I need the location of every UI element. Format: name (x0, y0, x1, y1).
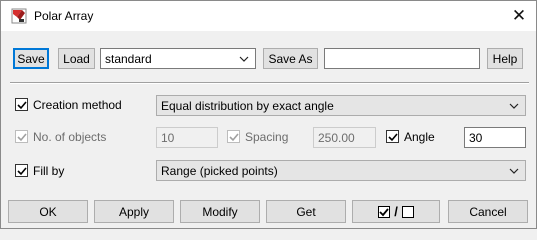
window-title: Polar Array (34, 9, 94, 23)
no-of-objects-checkbox[interactable] (15, 130, 28, 143)
fill-by-value: Range (picked points) (161, 163, 278, 178)
angle-checkbox[interactable] (386, 130, 399, 143)
toggle-separator: / (394, 204, 398, 219)
check-icon (17, 167, 27, 176)
check-icon (17, 133, 27, 142)
preset-value: standard (105, 51, 152, 66)
chevron-down-icon (239, 56, 249, 62)
fill-by-label: Fill by (33, 164, 65, 178)
creation-method-select[interactable]: Equal distribution by exact angle (156, 95, 526, 116)
save-as-button[interactable]: Save As (263, 48, 318, 69)
chevron-down-icon (509, 168, 519, 174)
creation-method-value: Equal distribution by exact angle (161, 98, 334, 113)
save-button[interactable]: Save (13, 48, 49, 69)
fill-by-checkbox[interactable] (15, 164, 28, 177)
angle-value: 30 (469, 130, 483, 145)
checked-box-icon (378, 205, 391, 218)
check-icon (388, 133, 398, 142)
toggle-all-checkboxes-button[interactable]: / (352, 200, 440, 223)
app-icon (11, 8, 27, 24)
cancel-button[interactable]: Cancel (448, 200, 528, 223)
close-icon[interactable]: ✕ (502, 1, 536, 31)
get-button[interactable]: Get (266, 200, 346, 223)
angle-input[interactable]: 30 (464, 127, 526, 148)
chevron-down-icon (509, 103, 519, 109)
title-bar: Polar Array ✕ (1, 1, 536, 31)
spacing-label: Spacing (245, 130, 289, 144)
help-button[interactable]: Help (487, 48, 523, 69)
no-of-objects-label: No. of objects (33, 130, 107, 144)
preset-select[interactable]: standard (100, 48, 256, 69)
spacing-input[interactable]: 250.00 (313, 127, 376, 148)
check-icon (229, 133, 239, 142)
check-icon (17, 101, 27, 110)
no-of-objects-input[interactable]: 10 (156, 127, 218, 148)
polar-array-dialog: Polar Array ✕ Save Load standard Save As… (0, 0, 537, 229)
load-button[interactable]: Load (58, 48, 95, 69)
separator (10, 82, 529, 84)
no-of-objects-value: 10 (161, 130, 175, 145)
modify-button[interactable]: Modify (180, 200, 260, 223)
creation-method-checkbox[interactable] (15, 98, 28, 111)
save-as-name-input[interactable] (324, 48, 480, 69)
unchecked-box-icon (401, 205, 414, 218)
angle-label: Angle (404, 130, 435, 144)
spacing-checkbox[interactable] (227, 130, 240, 143)
creation-method-label: Creation method (33, 98, 122, 112)
ok-button[interactable]: OK (8, 200, 88, 223)
apply-button[interactable]: Apply (94, 200, 174, 223)
fill-by-select[interactable]: Range (picked points) (156, 160, 526, 181)
spacing-value: 250.00 (318, 130, 355, 145)
